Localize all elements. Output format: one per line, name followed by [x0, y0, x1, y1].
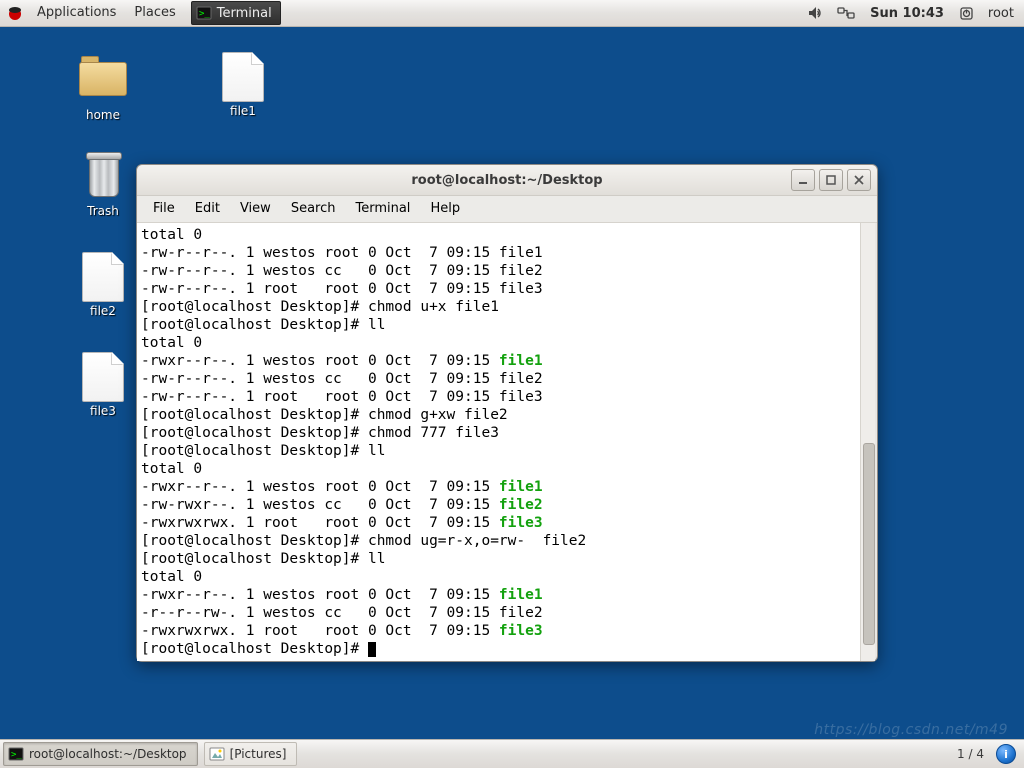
- terminal-scrollbar[interactable]: [860, 223, 875, 661]
- taskbar-item-pictures[interactable]: [Pictures]: [204, 742, 298, 766]
- window-minimize-button[interactable]: [791, 169, 815, 191]
- clock[interactable]: Sun 10:43: [862, 0, 952, 26]
- pictures-icon: [209, 746, 225, 762]
- notification-badge-icon[interactable]: i: [996, 744, 1016, 764]
- distro-logo-icon[interactable]: [6, 4, 24, 22]
- watermark-text: https://blog.csdn.net/m49: [814, 722, 1008, 738]
- window-close-button[interactable]: [847, 169, 871, 191]
- scrollbar-thumb[interactable]: [863, 443, 875, 645]
- workspace-indicator[interactable]: 1 / 4: [947, 747, 994, 761]
- desktop-icon-file1[interactable]: file1: [198, 52, 288, 118]
- desktop-icon-home[interactable]: home: [58, 52, 148, 122]
- network-icon[interactable]: [830, 0, 862, 26]
- menu-help[interactable]: Help: [420, 196, 470, 222]
- svg-text:>_: >_: [11, 750, 22, 760]
- desktop-icon-label: file2: [58, 304, 148, 318]
- window-maximize-button[interactable]: [819, 169, 843, 191]
- user-menu[interactable]: root: [981, 0, 1024, 26]
- window-titlebar[interactable]: root@localhost:~/Desktop: [137, 165, 877, 196]
- system-tray: Sun 10:43 root: [800, 0, 1024, 26]
- bottom-panel: >_ root@localhost:~/Desktop [Pictures] 1…: [0, 739, 1024, 768]
- shutdown-icon[interactable]: [952, 0, 981, 26]
- terminal-icon: >_: [8, 746, 24, 762]
- taskbar-item-label: [Pictures]: [230, 747, 287, 761]
- terminal-output: total 0 -rw-r--r--. 1 westos root 0 Oct …: [137, 223, 875, 661]
- panel-task-terminal-label: Terminal: [217, 6, 272, 21]
- desktop-icon-trash[interactable]: Trash: [58, 152, 148, 218]
- desktop-icon-label: file1: [198, 104, 288, 118]
- desktop-icon-label: home: [58, 108, 148, 122]
- terminal-window: root@localhost:~/Desktop File Edit View …: [136, 164, 878, 662]
- menu-file[interactable]: File: [143, 196, 185, 222]
- desktop-icon-label: Trash: [58, 204, 148, 218]
- window-title: root@localhost:~/Desktop: [411, 173, 602, 188]
- terminal-body[interactable]: total 0 -rw-r--r--. 1 westos root 0 Oct …: [137, 223, 875, 661]
- places-menu[interactable]: Places: [125, 0, 184, 26]
- menu-search[interactable]: Search: [281, 196, 346, 222]
- svg-text:>_: >_: [199, 9, 210, 19]
- panel-task-terminal[interactable]: >_ Terminal: [191, 1, 281, 25]
- terminal-menubar: File Edit View Search Terminal Help: [137, 196, 877, 223]
- applications-menu[interactable]: Applications: [28, 0, 125, 26]
- menu-terminal[interactable]: Terminal: [345, 196, 420, 222]
- menu-edit[interactable]: Edit: [185, 196, 230, 222]
- desktop-icon-file3[interactable]: file3: [58, 352, 148, 418]
- desktop-icon-file2[interactable]: file2: [58, 252, 148, 318]
- taskbar-item-terminal[interactable]: >_ root@localhost:~/Desktop: [3, 742, 198, 766]
- taskbar-item-label: root@localhost:~/Desktop: [29, 747, 187, 761]
- volume-icon[interactable]: [800, 0, 830, 26]
- menu-view[interactable]: View: [230, 196, 281, 222]
- desktop-icon-label: file3: [58, 404, 148, 418]
- top-panel: Applications Places >_ Terminal Sun 10:4…: [0, 0, 1024, 27]
